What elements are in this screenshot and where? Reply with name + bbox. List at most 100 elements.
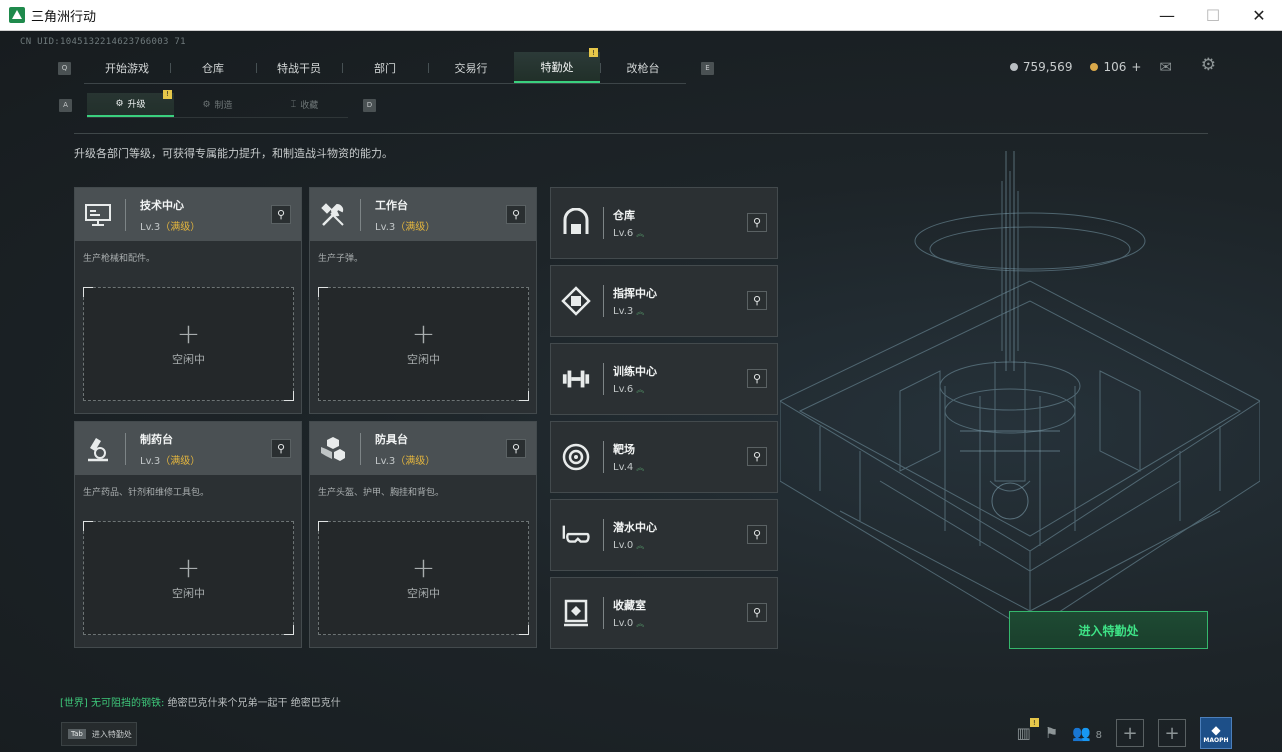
upgrade-chevron-icon: ︽: [636, 385, 645, 394]
separator: [603, 519, 604, 551]
computer-icon: [83, 200, 113, 230]
facility-diving-center[interactable]: 潜水中心 Lv.0 ︽ ⚲: [550, 499, 778, 571]
production-slot[interactable]: + 空闲中: [318, 521, 529, 635]
details-search-button[interactable]: ⚲: [271, 439, 291, 458]
currency-bar: 759,569 106 + ✉: [1009, 58, 1172, 76]
separator: [603, 597, 604, 629]
silver-currency[interactable]: 759,569: [1009, 60, 1072, 74]
friends-count: 8: [1095, 730, 1102, 741]
subtab-upgrade[interactable]: ⚙ 升级 !: [87, 89, 174, 117]
stats-chart-icon[interactable]: ▥!: [1017, 718, 1039, 742]
production-slot[interactable]: + 空闲中: [83, 521, 294, 635]
gold-currency[interactable]: 106 +: [1090, 60, 1141, 74]
card-title: 制药台: [140, 432, 173, 446]
settings-gear-icon[interactable]: ⚙: [1201, 55, 1216, 75]
chat-message: 绝密巴克什来个兄弟一起干 绝密巴克什: [167, 698, 341, 709]
minimize-button[interactable]: —: [1144, 0, 1190, 31]
enter-special-ops-button[interactable]: 进入特勤处: [1009, 611, 1208, 649]
facility-title: 仓库: [613, 209, 635, 222]
separator: [360, 198, 361, 231]
upgrade-chevron-icon: ︽: [636, 541, 645, 550]
slot-corner: [284, 625, 294, 635]
subtab-craft[interactable]: ⚙ 制造: [174, 93, 261, 117]
mail-icon[interactable]: ✉: [1159, 58, 1172, 76]
tab-departments[interactable]: 部门: [342, 52, 428, 83]
nav-prev-key[interactable]: Q: [58, 61, 71, 75]
subtab-collection[interactable]: ⌶ 收藏: [261, 93, 348, 117]
close-button[interactable]: ✕: [1236, 0, 1282, 31]
add-teammate-button[interactable]: +: [1158, 719, 1186, 747]
subtab-craft-label: 制造: [214, 101, 233, 111]
tab-special-ops[interactable]: 特勤处 !: [514, 48, 600, 83]
subnav-prev-key[interactable]: A: [59, 98, 72, 112]
card-workbench[interactable]: 工作台 Lv.3（满级） ⚲ 生产子弹。 + 空闲中: [309, 187, 537, 414]
slot-corner: [318, 287, 328, 297]
card-tech-center[interactable]: 技术中心 Lv.3（满级） ⚲ 生产枪械和配件。 + 空闲中: [74, 187, 302, 414]
details-search-button[interactable]: ⚲: [747, 291, 767, 310]
tab-shortcut-hint[interactable]: Tab 进入特勤处: [61, 722, 137, 746]
facility-warehouse[interactable]: 仓库 Lv.6 ︽ ⚲: [550, 187, 778, 259]
gold-coin-icon: [1090, 63, 1099, 71]
warehouse-icon: [561, 208, 591, 238]
slot-status: 空闲中: [172, 353, 205, 366]
upgrade-chevron-icon: ︽: [636, 463, 645, 472]
main-nav-tabs: 开始游戏 仓库 特战干员 部门 交易行 特勤处 ! 改枪台: [84, 48, 686, 84]
main-nav: Q 开始游戏 仓库 特战干员 部门 交易行 特勤处 ! 改枪台 E: [58, 48, 714, 84]
facility-title: 潜水中心: [613, 521, 657, 534]
details-search-button[interactable]: ⚲: [747, 369, 767, 388]
card-header: 技术中心 Lv.3（满级） ⚲: [75, 188, 301, 241]
facility-shooting-range[interactable]: 靶场 Lv.4 ︽ ⚲: [550, 421, 778, 493]
tab-warehouse[interactable]: 仓库: [170, 52, 256, 83]
player-avatar[interactable]: ◆ MAOPH: [1200, 717, 1232, 749]
details-search-button[interactable]: ⚲: [747, 213, 767, 232]
player-uid: CN UID:1045132214623766003 71: [20, 37, 186, 47]
world-chat-line[interactable]: [世界] 无可阻挡的钢铁: 绝密巴克什来个兄弟一起干 绝密巴克什: [60, 694, 341, 709]
maximize-button[interactable]: ☐: [1190, 0, 1236, 31]
details-search-button[interactable]: ⚲: [747, 603, 767, 622]
slot-status: 空闲中: [172, 587, 205, 600]
facility-title: 收藏室: [613, 599, 646, 612]
friends-icon[interactable]: 👥 8: [1072, 724, 1102, 742]
card-armor-bench[interactable]: 防具台 Lv.3（满级） ⚲ 生产头盔、护甲、胸挂和背包。 + 空闲中: [309, 421, 537, 648]
add-gold-button[interactable]: +: [1131, 60, 1141, 74]
command-chip-icon: [561, 286, 591, 316]
target-icon: [561, 442, 591, 472]
details-search-button[interactable]: ⚲: [747, 525, 767, 544]
tab-hint-label: 进入特勤处: [91, 729, 132, 739]
upgrade-icon: ⚙: [115, 98, 124, 109]
tab-operators[interactable]: 特战干员: [256, 52, 342, 83]
upgrade-chevron-icon: ︽: [636, 229, 645, 238]
divider: [74, 133, 1208, 134]
details-search-button[interactable]: ⚲: [506, 439, 526, 458]
card-title: 工作台: [375, 198, 408, 212]
production-slot[interactable]: + 空闲中: [83, 287, 294, 401]
tab-start-game[interactable]: 开始游戏: [84, 52, 170, 83]
card-title: 技术中心: [140, 198, 184, 212]
chat-channel: [世界]: [60, 698, 88, 709]
subnav-next-key[interactable]: D: [363, 98, 376, 112]
facility-level: Lv.3 ︽: [613, 306, 645, 317]
slot-corner: [519, 391, 529, 401]
separator: [603, 363, 604, 395]
slot-corner: [83, 521, 93, 531]
add-teammate-button[interactable]: +: [1116, 719, 1144, 747]
facility-collection-room[interactable]: 收藏室 Lv.0 ︽ ⚲: [550, 577, 778, 649]
tab-trading[interactable]: 交易行: [428, 52, 514, 83]
tab-gunsmith[interactable]: 改枪台: [600, 52, 686, 83]
sub-nav: A ⚙ 升级 ! ⚙ 制造 ⌶ 收藏 D: [59, 89, 376, 118]
details-search-button[interactable]: ⚲: [506, 205, 526, 224]
sub-nav-tabs: ⚙ 升级 ! ⚙ 制造 ⌶ 收藏: [87, 89, 348, 118]
details-search-button[interactable]: ⚲: [271, 205, 291, 224]
subtab-collection-label: 收藏: [300, 101, 319, 111]
card-description: 生产枪械和配件。: [83, 254, 156, 264]
card-pharmacy[interactable]: 制药台 Lv.3（满级） ⚲ 生产药品、针剂和维修工具包。 + 空闲中: [74, 421, 302, 648]
flag-icon[interactable]: ⚑: [1045, 724, 1058, 742]
production-slot[interactable]: + 空闲中: [318, 287, 529, 401]
facility-command-center[interactable]: 指挥中心 Lv.3 ︽ ⚲: [550, 265, 778, 337]
dumbbell-icon: [561, 364, 591, 394]
nav-next-key[interactable]: E: [701, 61, 714, 75]
gold-amount: 106: [1103, 60, 1127, 74]
facility-training-center[interactable]: 训练中心 Lv.6 ︽ ⚲: [550, 343, 778, 415]
silver-coin-icon: [1009, 63, 1018, 71]
details-search-button[interactable]: ⚲: [747, 447, 767, 466]
